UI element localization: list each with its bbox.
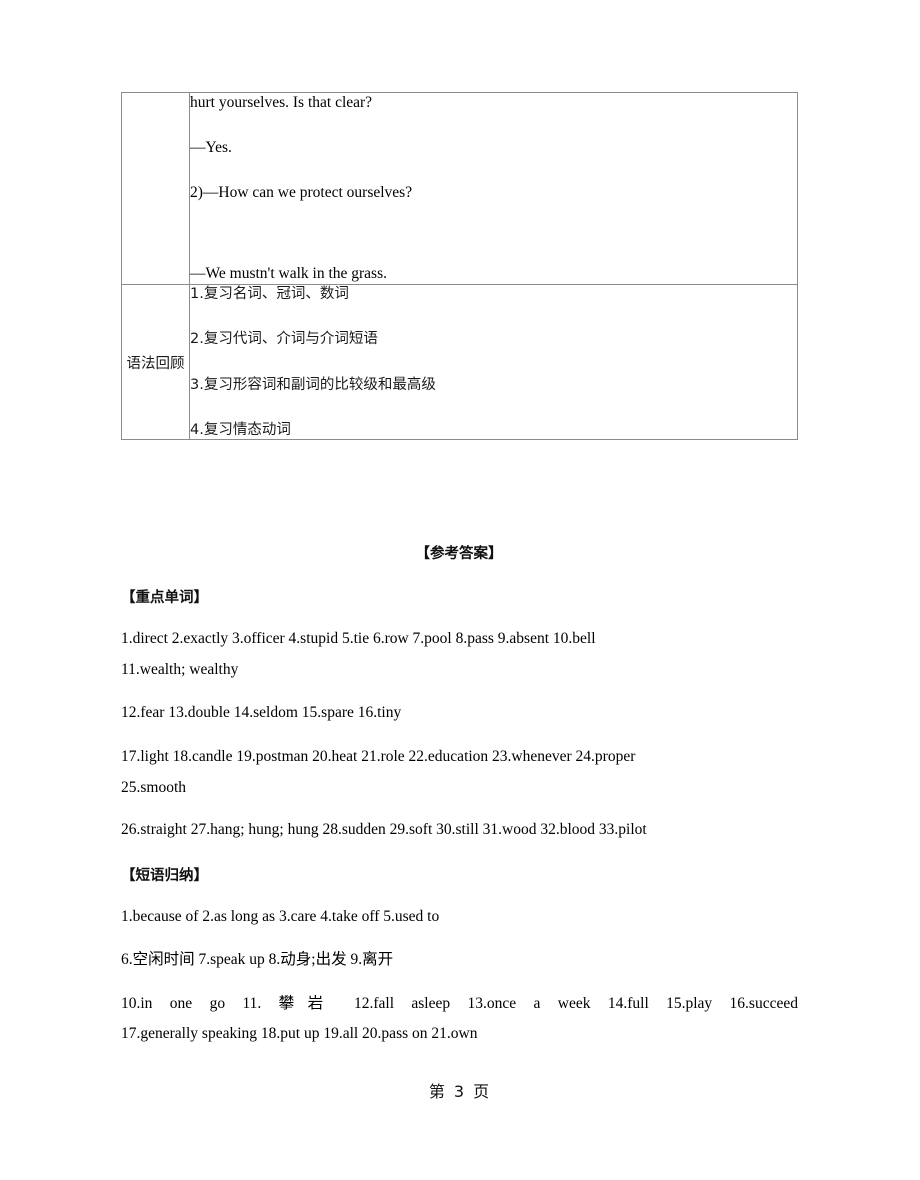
word-answer-line: 12.fear 13.double 14.seldom 15.spare 16.…	[121, 704, 402, 721]
word-answer-line: 17.light 18.candle 19.postman 20.heat 21…	[121, 748, 636, 765]
dialogue-line: hurt yourselves. Is that clear?	[190, 94, 373, 111]
answer-key-title: 【参考答案】	[415, 546, 503, 562]
grammar-review-content: 1.复习名词、冠词、数词 2.复习代词、介词与介词短语 3.复习形容词和副词的比…	[189, 284, 798, 440]
grammar-item: 4.复习情态动词	[190, 421, 291, 438]
phrase-answer-line: 6.空闲时间 7.speak up 8.动身;出发 9.离开	[121, 951, 394, 968]
grammar-review-label: 语法回顾	[121, 284, 190, 440]
dialogue-line: 2)—How can we protect ourselves?	[190, 183, 413, 201]
dialogue-line: —Yes.	[190, 138, 232, 156]
phrases-heading: 【短语归纳】	[121, 868, 208, 884]
word-answer-line: 25.smooth	[121, 779, 187, 796]
table-row-content: hurt yourselves. Is that clear? —Yes. 2)…	[189, 91, 798, 286]
dialogue-line: —We mustn't walk in the grass.	[190, 265, 387, 283]
table-row: 语法回顾 1.复习名词、冠词、数词 2.复习代词、介词与介词短语 3.复习形容词…	[121, 284, 798, 440]
word-answer-line: 1.direct 2.exactly 3.officer 4.stupid 5.…	[121, 630, 596, 647]
phrase-answer-line: 10.in one go 11. 攀岩 12.fall asleep 13.on…	[121, 995, 798, 1012]
content-table: hurt yourselves. Is that clear? —Yes. 2)…	[121, 91, 798, 440]
grammar-item: 2.复习代词、介词与介词短语	[190, 331, 378, 348]
table-row: hurt yourselves. Is that clear? —Yes. 2)…	[121, 91, 798, 286]
page-number-footer: 第 3 页	[428, 1082, 492, 1101]
document-page: hurt yourselves. Is that clear? —Yes. 2)…	[0, 0, 920, 1180]
phrase-answer-line: 17.generally speaking 18.put up 19.all 2…	[121, 1025, 478, 1042]
grammar-item: 3.复习形容词和副词的比较级和最高级	[190, 376, 436, 393]
word-answer-line: 11.wealth; wealthy	[121, 661, 239, 678]
word-answer-line: 26.straight 27.hang; hung; hung 28.sudde…	[121, 821, 647, 838]
phrase-answer-line: 1.because of 2.as long as 3.care 4.take …	[121, 908, 440, 925]
key-words-heading: 【重点单词】	[121, 590, 208, 606]
table-row-label	[121, 91, 190, 286]
grammar-item: 1.复习名词、冠词、数词	[190, 286, 349, 303]
